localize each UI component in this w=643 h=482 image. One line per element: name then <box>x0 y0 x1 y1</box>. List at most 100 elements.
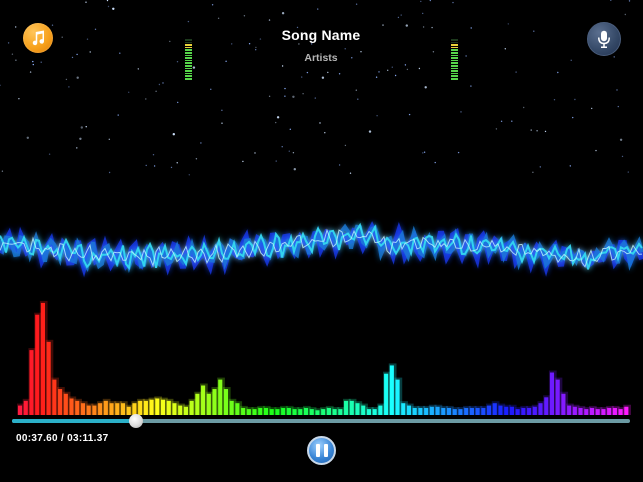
seek-bar[interactable] <box>12 414 630 428</box>
spectrum-bar <box>469 407 474 415</box>
spectrum-bar <box>229 400 234 415</box>
spectrum-bar <box>458 409 463 415</box>
spectrum-bar <box>149 399 154 415</box>
spectrum-bar <box>281 407 286 415</box>
spectrum-bar <box>138 400 143 415</box>
spectrum-bar <box>481 407 486 415</box>
spectrum-bar <box>269 409 274 415</box>
spectrum-bar <box>607 407 612 415</box>
spectrum-bar <box>298 409 303 415</box>
spectrum-bar <box>286 407 291 415</box>
spectrum-bar <box>475 407 480 415</box>
spectrum-bar <box>487 405 492 415</box>
spectrum-bar <box>555 379 560 415</box>
spectrum-bar <box>446 407 452 415</box>
spectrum-bar <box>578 407 583 415</box>
spectrum-bar <box>155 398 160 415</box>
spectrum-bar <box>321 409 326 415</box>
spectrum-bar <box>349 400 354 415</box>
spectrum-bar <box>29 350 34 415</box>
spectrum-bar <box>561 393 566 415</box>
spectrum-bar <box>601 409 606 415</box>
spectrum-bar <box>120 403 126 415</box>
spectrum-bar <box>75 400 80 415</box>
spectrum-bar <box>315 410 320 415</box>
spectrum-bar <box>412 407 417 415</box>
spectrum-bar <box>223 389 229 415</box>
spectrum-bar <box>418 407 423 415</box>
music-note-icon <box>32 30 45 46</box>
spectrum-bar <box>252 409 257 415</box>
spectrum-bar <box>241 407 246 415</box>
spectrum-bar <box>52 379 57 415</box>
spectrum-bar <box>521 407 526 415</box>
spectrum-bar <box>201 385 206 415</box>
pause-icon <box>315 444 320 457</box>
spectrum-bar <box>406 405 412 415</box>
spectrum-bar <box>504 406 509 415</box>
spectrum-bar <box>435 406 440 415</box>
spectrum-bar <box>361 405 366 415</box>
music-library-button[interactable] <box>23 23 53 53</box>
spectrum-bar <box>567 405 572 415</box>
spectrum-bar <box>378 405 383 415</box>
spectrum-bar <box>441 407 446 415</box>
spectrum-bar <box>538 403 543 415</box>
spectrum-bar <box>624 406 629 415</box>
spectrum-bar <box>492 403 497 415</box>
spectrum-bar <box>160 399 166 415</box>
spectrum-bar <box>549 372 555 415</box>
spectrum-bar <box>235 403 240 415</box>
spectrum-bar <box>23 400 28 415</box>
spectrum-visualizer <box>17 300 631 415</box>
spectrum-bar <box>166 400 171 415</box>
spectrum-bar <box>589 407 595 415</box>
spectrum-bar <box>424 407 429 415</box>
pause-icon-bar <box>323 444 328 457</box>
spectrum-bar <box>126 406 131 415</box>
vu-meter-left <box>185 39 192 80</box>
spectrum-bar <box>338 409 343 415</box>
spectrum-bar <box>366 409 372 415</box>
visualizer-screen: Song Name Artists 00:37.60 / 03:11.37 <box>0 0 643 482</box>
spectrum-bar <box>292 409 297 415</box>
spectrum-bar <box>206 393 211 415</box>
time-readout: 00:37.60 / 03:11.37 <box>16 433 109 444</box>
spectrum-bar <box>178 405 183 415</box>
microphone-icon <box>598 30 610 48</box>
spectrum-bar <box>263 407 269 415</box>
spectrum-bar <box>515 409 520 415</box>
spectrum-bar <box>109 403 114 415</box>
spectrum-bar <box>195 393 200 415</box>
spectrum-bar <box>498 405 503 415</box>
spectrum-bar <box>332 409 337 415</box>
spectrum-bar <box>452 409 457 415</box>
spectrum-bar <box>401 403 406 415</box>
spectrum-bar <box>35 314 40 415</box>
song-artist: Artists <box>304 52 338 64</box>
spectrum-bar <box>80 403 86 415</box>
spectrum-bar <box>58 389 63 415</box>
spectrum-bar <box>509 406 515 415</box>
microphone-button[interactable] <box>587 22 621 56</box>
pause-button[interactable] <box>307 436 336 465</box>
seek-bar-thumb[interactable] <box>128 414 143 428</box>
spectrum-bar <box>618 409 623 415</box>
spectrum-bar <box>92 405 97 415</box>
spectrum-bar <box>40 302 45 415</box>
spectrum-bar <box>595 409 600 415</box>
spectrum-bar <box>218 379 223 415</box>
spectrum-bar <box>63 393 68 415</box>
spectrum-bar <box>584 409 589 415</box>
spectrum-bar <box>258 407 263 415</box>
spectrum-bar <box>395 379 400 415</box>
spectrum-bar <box>309 409 314 415</box>
spectrum-bar <box>372 409 377 415</box>
spectrum-bar <box>18 405 23 415</box>
spectrum-bar <box>532 406 537 415</box>
spectrum-bar <box>46 341 51 415</box>
song-title: Song Name <box>281 27 361 43</box>
spectrum-bar <box>544 397 549 415</box>
spectrum-bar <box>326 407 331 415</box>
spectrum-bar <box>429 406 434 415</box>
